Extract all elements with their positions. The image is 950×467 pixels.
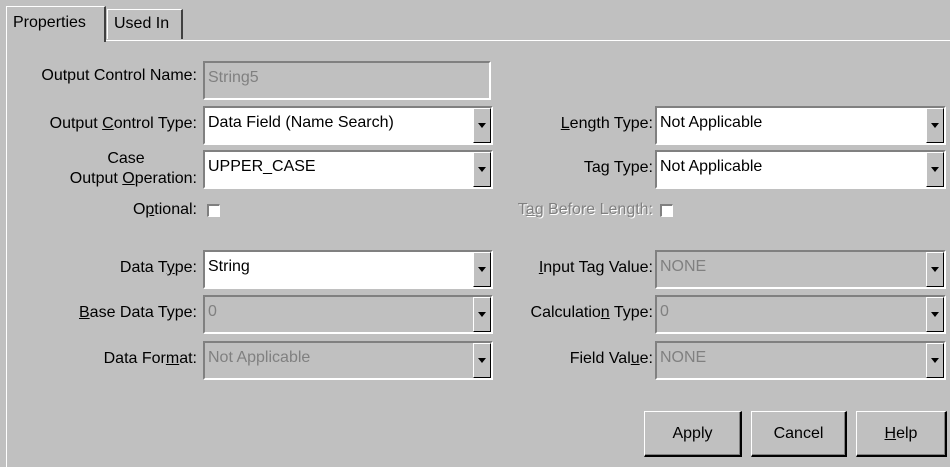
tab-used-in[interactable]: Used In <box>107 9 183 39</box>
chevron-down-icon[interactable] <box>926 152 944 187</box>
accelerator-key: B <box>79 304 90 321</box>
help-button[interactable]: Help <box>856 411 947 457</box>
base-data-type-label: Base Data Type: <box>15 304 197 322</box>
label-text: Data For <box>103 350 166 367</box>
base-data-type-select[interactable]: 0 <box>203 295 493 334</box>
chevron-down-icon[interactable] <box>926 343 944 378</box>
output-control-type-value: Data Field (Name Search) <box>208 114 394 131</box>
label-text: Output <box>69 170 123 187</box>
label-text: Ta <box>583 159 601 176</box>
label-text: peration: <box>134 170 197 187</box>
accelerator-key: n <box>600 304 610 321</box>
accelerator-key: a <box>525 201 535 218</box>
base-data-type-value: 0 <box>208 303 217 320</box>
label-text: e: <box>639 350 653 367</box>
output-control-type-select[interactable]: Data Field (Name Search) <box>203 106 493 145</box>
chevron-down-icon[interactable] <box>926 297 944 332</box>
accelerator-key: y <box>166 259 175 276</box>
data-format-label: Data Format: <box>15 350 197 368</box>
optional-label: Optional: <box>15 201 197 219</box>
length-type-select[interactable]: Not Applicable <box>655 106 946 145</box>
input-tag-value-label: Input Tag Value: <box>477 259 653 277</box>
calculation-type-select[interactable]: 0 <box>655 295 946 334</box>
apply-button[interactable]: Apply <box>644 411 742 457</box>
label-text: T <box>517 201 526 218</box>
label-text: Output <box>49 115 103 132</box>
accelerator-key: O <box>122 170 135 187</box>
chevron-down-icon[interactable] <box>926 108 944 143</box>
output-control-name-label: Output Control Name: <box>41 67 197 84</box>
accelerator-key: H <box>884 425 897 442</box>
accelerator-key: u <box>630 350 640 367</box>
chevron-down-icon[interactable] <box>926 252 944 287</box>
label-line-2: Output Operation: <box>15 169 197 189</box>
data-format-select[interactable]: Not Applicable <box>203 341 493 380</box>
case-output-operation-label: Case Output Operation: <box>15 149 197 189</box>
field-value-select[interactable]: NONE <box>655 341 946 380</box>
data-type-value: String <box>208 258 250 275</box>
accelerator-key: g <box>600 159 610 176</box>
tag-type-label: Tag Type: <box>477 159 653 177</box>
label-line-1: Case <box>107 150 145 167</box>
output-control-name-input[interactable]: String5 <box>203 61 491 100</box>
label-text: nput Tag Value: <box>543 259 653 276</box>
input-tag-value-select[interactable]: NONE <box>655 250 946 289</box>
tag-before-length-checkbox[interactable] <box>660 204 673 217</box>
length-type-value: Not Applicable <box>660 114 763 131</box>
calculation-type-label: Calculation Type: <box>477 304 653 322</box>
label-text: Type: <box>609 159 653 176</box>
length-type-label: Length Type: <box>477 115 653 133</box>
label-text: Type: <box>609 304 653 321</box>
accelerator-key: L <box>560 115 570 132</box>
data-format-value: Not Applicable <box>208 349 311 366</box>
data-type-select[interactable]: String <box>203 250 493 289</box>
accelerator-key: m <box>165 350 180 367</box>
label-text: ontrol Type: <box>113 115 197 132</box>
tag-type-select[interactable]: Not Applicable <box>655 150 946 189</box>
label-text: Field Val <box>569 350 631 367</box>
accelerator-key: p <box>145 201 155 218</box>
data-type-label: Data Type: <box>15 259 197 277</box>
case-output-operation-select[interactable]: UPPER_CASE <box>203 150 493 189</box>
field-value-label: Field Value: <box>477 350 653 368</box>
field-value-value: NONE <box>660 349 707 366</box>
optional-checkbox[interactable] <box>207 204 220 217</box>
label-text: Calculatio <box>530 304 601 321</box>
cancel-button[interactable]: Cancel <box>751 411 847 457</box>
tab-properties[interactable]: Properties <box>6 6 106 42</box>
label-text: ength Type: <box>569 115 653 132</box>
tag-before-length-label: Tag Before Length: <box>477 201 653 219</box>
label-text: O <box>132 201 146 218</box>
label-text: at: <box>179 350 197 367</box>
case-output-operation-value: UPPER_CASE <box>208 158 316 175</box>
button-label: elp <box>896 425 918 442</box>
calculation-type-value: 0 <box>660 303 669 320</box>
label-text: g Before Length: <box>534 201 653 218</box>
label-text: ase Data Type: <box>89 304 197 321</box>
label-text: Data T <box>119 259 167 276</box>
properties-panel: Output Control Name: String5 Output Cont… <box>6 40 950 467</box>
output-control-type-label: Output Control Type: <box>15 115 197 133</box>
tag-type-value: Not Applicable <box>660 158 763 175</box>
label-text: pe: <box>174 259 197 276</box>
accelerator-key: C <box>102 115 114 132</box>
input-tag-value-value: NONE <box>660 258 707 275</box>
label-text: tional: <box>154 201 197 218</box>
